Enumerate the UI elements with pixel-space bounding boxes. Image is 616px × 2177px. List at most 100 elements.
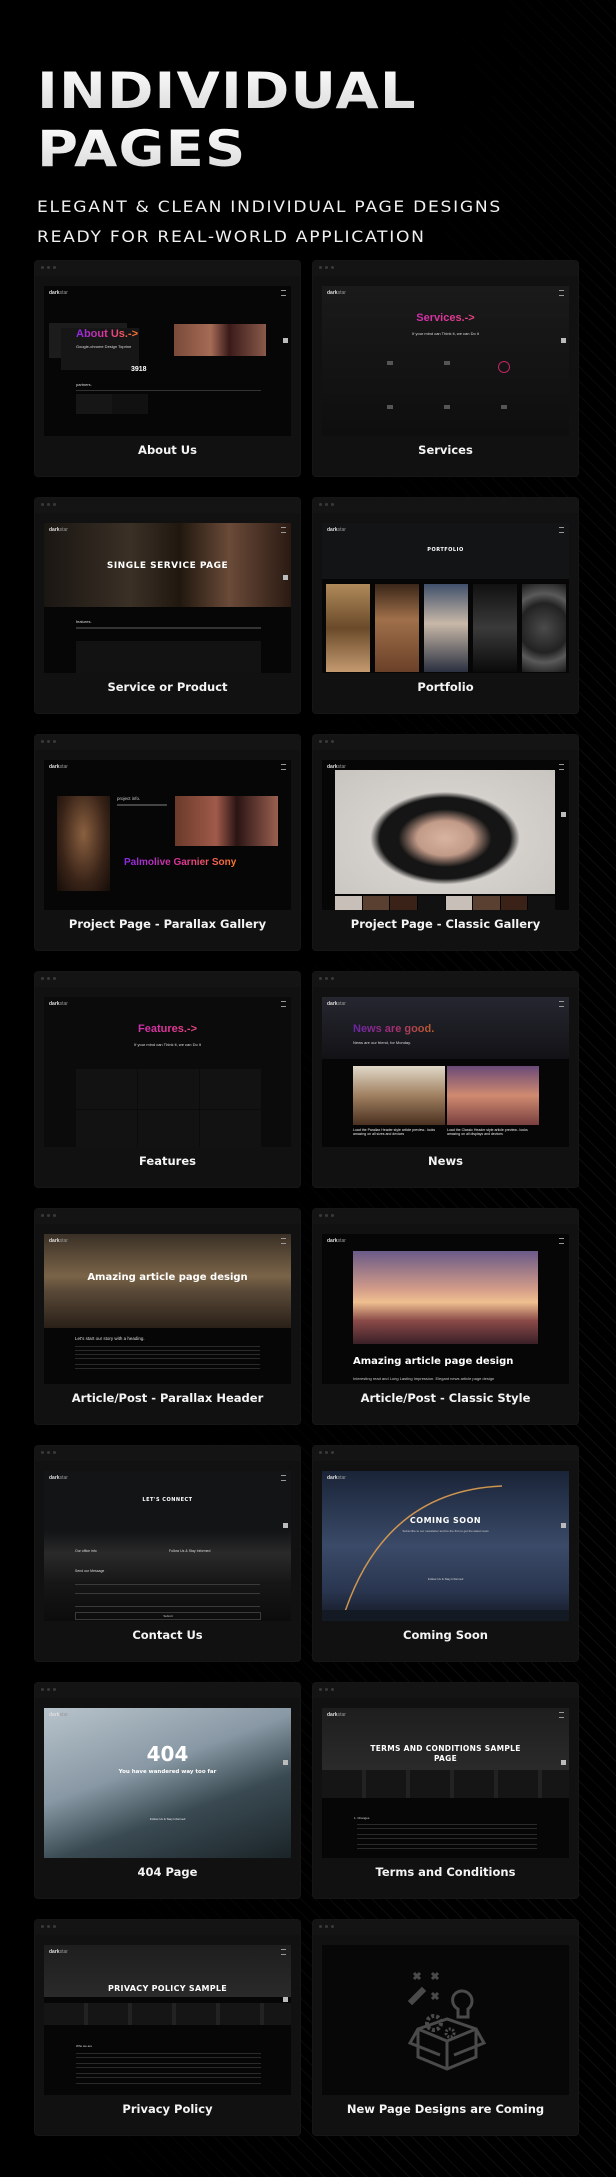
card-features[interactable]: darkstar Features.-> If your mind can Th…: [35, 972, 300, 1187]
page-header: INDIVIDUAL PAGES ELEGANT & CLEAN INDIVID…: [37, 62, 500, 252]
window-bar: [35, 972, 300, 987]
card-service-or-product[interactable]: darkstar SINGLE SERVICE PAGE features. S…: [35, 498, 300, 713]
brand-logo: darkstar: [49, 1475, 68, 1481]
side-widget-icon: [561, 1523, 566, 1528]
card-label: Project Page - Classic Gallery: [350, 917, 541, 931]
card-services[interactable]: darkstar Services.-> If your mind can Th…: [313, 261, 578, 476]
card-label: Project Page - Parallax Gallery: [68, 917, 267, 931]
preview-screen: darkstar 404 You have wandered way too f…: [44, 1708, 291, 1858]
page-title-line1: INDIVIDUAL: [37, 62, 524, 120]
window-dots-icon: [41, 266, 56, 269]
window-bar: [35, 261, 300, 276]
preview-screen: [322, 1945, 569, 2095]
preview-screen: darkstar Services.-> If your mind can Th…: [322, 286, 569, 436]
brand-logo: darkstar: [49, 764, 68, 770]
preview-heading: SINGLE SERVICE PAGE: [106, 561, 229, 571]
brand-logo: darkstar: [49, 1712, 68, 1718]
preview-heading: Features.->: [44, 1023, 291, 1035]
window-bar: [35, 498, 300, 513]
brand-logo: darkstar: [49, 290, 68, 296]
menu-icon: [281, 1001, 286, 1007]
preview-screen: darkstar Amazing article page design Let…: [44, 1234, 291, 1384]
window-dots-icon: [319, 1925, 334, 1928]
brand-logo: darkstar: [49, 1238, 68, 1244]
card-project-classic-gallery[interactable]: darkstar Project Page - Classic Gallery: [313, 735, 578, 950]
card-label: Article/Post - Classic Style: [360, 1391, 531, 1405]
window-bar: [35, 1446, 300, 1461]
subtitle-line1: ELEGANT & CLEAN INDIVIDUAL PAGE DESIGNS: [37, 197, 502, 216]
side-widget-icon: [283, 1523, 288, 1528]
window-dots-icon: [319, 740, 334, 743]
window-bar: [35, 1683, 300, 1698]
brand-logo: darkstar: [327, 290, 346, 296]
card-article-classic-style[interactable]: darkstar Amazing article page design Int…: [313, 1209, 578, 1424]
preview-screen: darkstar Amazing article page design Int…: [322, 1234, 569, 1384]
window-dots-icon: [41, 1451, 56, 1454]
card-label: Privacy Policy: [122, 2102, 213, 2116]
preview-heading: About Us.->: [76, 328, 139, 340]
side-widget-icon: [561, 812, 566, 817]
card-404-page[interactable]: darkstar 404 You have wandered way too f…: [35, 1683, 300, 1898]
card-contact-us[interactable]: darkstar LET'S CONNECT Our office info F…: [35, 1446, 300, 1661]
preview-screen: darkstar News are good. News are our fri…: [322, 997, 569, 1147]
page-title-line2: PAGES: [37, 120, 524, 178]
card-about-us[interactable]: darkstar About Us.-> Google-chrome Desig…: [35, 261, 300, 476]
card-label: Article/Post - Parallax Header: [71, 1391, 264, 1405]
preview-screen: darkstar PRIVACY POLICY SAMPLE Who we ar…: [44, 1945, 291, 2095]
menu-icon: [559, 764, 564, 770]
card-article-parallax-header[interactable]: darkstar Amazing article page design Let…: [35, 1209, 300, 1424]
menu-icon: [281, 764, 286, 770]
window-bar: [35, 1209, 300, 1224]
card-project-parallax-gallery[interactable]: darkstar project info. Palmolive Garnier…: [35, 735, 300, 950]
page-subtitle: ELEGANT & CLEAN INDIVIDUAL PAGE DESIGNS …: [37, 192, 502, 252]
window-dots-icon: [41, 740, 56, 743]
preview-heading: LET'S CONNECT: [142, 1497, 193, 1503]
card-news[interactable]: darkstar News are good. News are our fri…: [313, 972, 578, 1187]
card-label: 404 Page: [137, 1865, 198, 1879]
preview-heading: TERMS AND CONDITIONS SAMPLE PAGE: [370, 1744, 521, 1763]
menu-icon: [559, 527, 564, 533]
window-bar: [313, 498, 578, 513]
card-label: News: [428, 1154, 463, 1168]
card-portfolio[interactable]: darkstar PORTFOLIO Portfolio: [313, 498, 578, 713]
window-dots-icon: [41, 1925, 56, 1928]
preview-screen: darkstar COMING SOON Subscribe to our ne…: [322, 1471, 569, 1621]
menu-icon: [281, 1949, 286, 1955]
card-privacy-policy[interactable]: darkstar PRIVACY POLICY SAMPLE Who we ar…: [35, 1920, 300, 2135]
brand-logo: darkstar: [327, 1475, 346, 1481]
brand-logo: darkstar: [49, 1949, 68, 1955]
card-new-page-designs[interactable]: New Page Designs are Coming: [313, 1920, 578, 2135]
preview-heading: Amazing article page design: [353, 1356, 514, 1367]
rocket-trail: [341, 1485, 503, 1621]
preview-heading: Amazing article page design: [87, 1272, 248, 1283]
brand-logo: darkstar: [49, 1001, 68, 1007]
subtitle-line2: READY FOR REAL-WORLD APPLICATION: [37, 227, 426, 246]
window-dots-icon: [41, 503, 56, 506]
brand-logo: darkstar: [327, 1001, 346, 1007]
window-bar: [313, 735, 578, 750]
window-dots-icon: [319, 503, 334, 506]
preview-heading: PORTFOLIO: [427, 547, 464, 553]
card-label: Contact Us: [132, 1628, 203, 1642]
preview-screen: darkstar Features.-> If your mind can Th…: [44, 997, 291, 1147]
card-coming-soon[interactable]: darkstar COMING SOON Subscribe to our ne…: [313, 1446, 578, 1661]
card-label: About Us: [138, 443, 197, 457]
window-bar: [35, 1920, 300, 1935]
window-dots-icon: [319, 1214, 334, 1217]
menu-icon: [281, 527, 286, 533]
window-bar: [313, 261, 578, 276]
card-label: Terms and Conditions: [375, 1865, 516, 1879]
card-label: Services: [418, 443, 473, 457]
preview-screen: darkstar LET'S CONNECT Our office info F…: [44, 1471, 291, 1621]
brand-logo: darkstar: [327, 764, 346, 770]
preview-screen: darkstar TERMS AND CONDITIONS SAMPLE PAG…: [322, 1708, 569, 1858]
preview-heading: Palmolive Garnier Sony: [124, 857, 237, 868]
window-dots-icon: [319, 1451, 334, 1454]
window-bar: [313, 1683, 578, 1698]
preview-screen: darkstar project info. Palmolive Garnier…: [44, 760, 291, 910]
window-dots-icon: [41, 1214, 56, 1217]
card-terms-and-conditions[interactable]: darkstar TERMS AND CONDITIONS SAMPLE PAG…: [313, 1683, 578, 1898]
window-dots-icon: [41, 977, 56, 980]
window-bar: [313, 1446, 578, 1461]
card-label: Features: [139, 1154, 196, 1168]
